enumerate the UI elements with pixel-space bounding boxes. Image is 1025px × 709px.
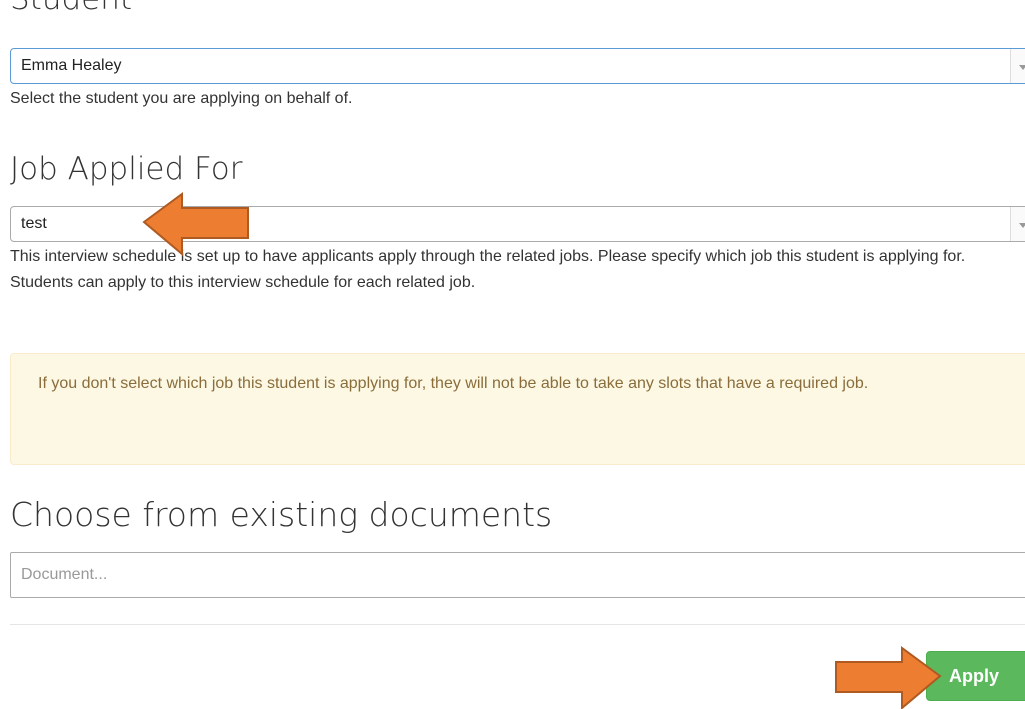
form-divider xyxy=(10,624,1025,625)
student-select-toggle[interactable] xyxy=(1010,49,1025,83)
apply-button[interactable]: Apply xyxy=(926,651,1025,701)
job-select-value: test xyxy=(21,215,47,232)
student-select-value: Emma Healey xyxy=(21,57,122,74)
chevron-down-icon xyxy=(1019,65,1025,70)
document-input[interactable] xyxy=(10,552,1025,598)
documents-heading: Choose from existing documents xyxy=(10,495,553,534)
student-heading: Student xyxy=(10,0,132,15)
job-warning-alert: If you don't select which job this stude… xyxy=(10,353,1025,465)
student-select[interactable]: Emma Healey xyxy=(10,48,1025,84)
job-help-text: This interview schedule is set up to hav… xyxy=(10,248,966,291)
job-select-toggle[interactable] xyxy=(1010,207,1025,241)
student-help-text: Select the student you are applying on b… xyxy=(10,90,353,107)
job-heading: Job Applied For xyxy=(10,151,243,187)
chevron-down-icon xyxy=(1019,223,1025,228)
job-select[interactable]: test xyxy=(10,206,1025,242)
apply-form-page: Student Emma Healey Select the student y… xyxy=(0,0,1025,709)
